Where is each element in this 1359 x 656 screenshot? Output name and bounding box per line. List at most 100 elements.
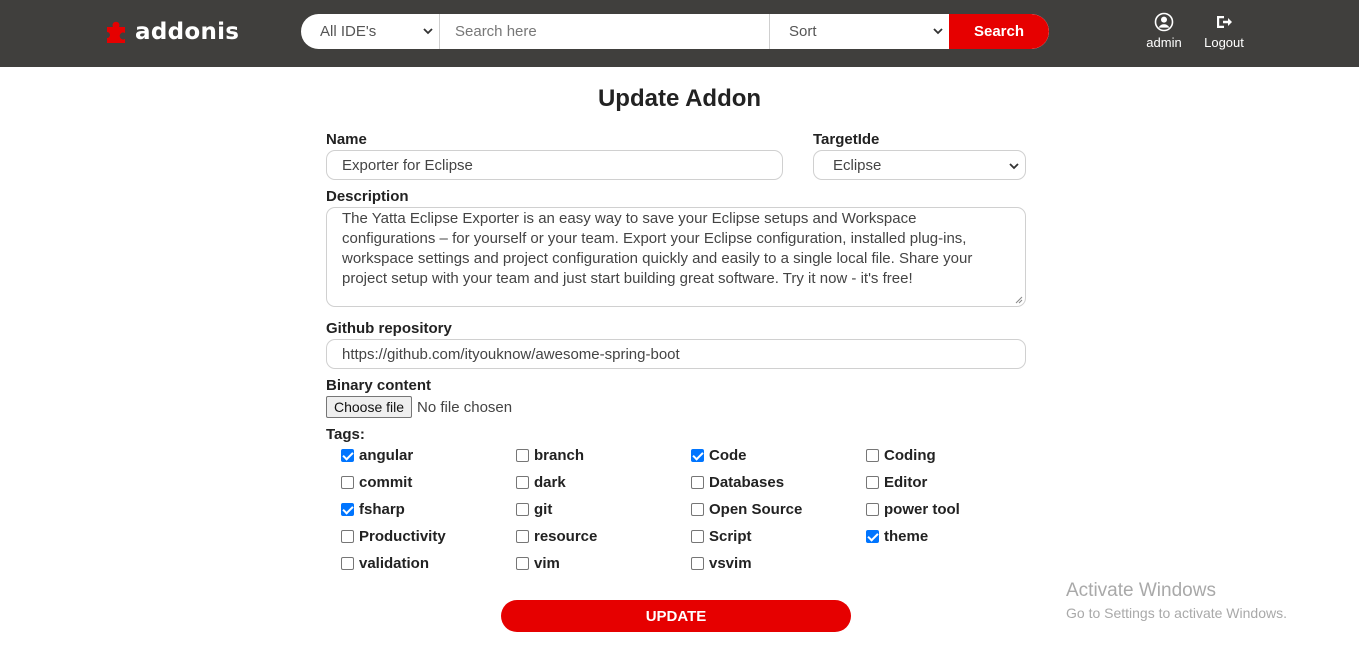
sort-select[interactable]: Sort	[770, 14, 949, 49]
tag-checkbox[interactable]	[341, 449, 354, 462]
activate-windows-watermark: Activate Windows Go to Settings to activ…	[1066, 580, 1287, 621]
tag-checkbox[interactable]	[516, 476, 529, 489]
search-input[interactable]	[440, 14, 770, 49]
tag-checkbox-item[interactable]: Coding	[866, 447, 936, 464]
ide-filter-select[interactable]: All IDE's	[301, 14, 440, 49]
tag-checkbox[interactable]	[516, 530, 529, 543]
tag-label: Open Source	[709, 501, 803, 518]
tag-checkbox[interactable]	[341, 503, 354, 516]
ide-filter-value: All IDE's	[320, 23, 377, 40]
logout-label: Logout	[1204, 35, 1244, 50]
user-label: admin	[1146, 35, 1182, 50]
file-input: Choose file No file chosen	[326, 396, 512, 418]
tag-label: vim	[534, 555, 560, 572]
tag-checkbox-item[interactable]: git	[516, 501, 552, 518]
logo[interactable]: addonis	[105, 17, 239, 47]
top-navbar: addonis All IDE's Sort Search admin Logo…	[0, 0, 1359, 67]
choose-file-button[interactable]: Choose file	[326, 396, 413, 418]
tag-checkbox[interactable]	[691, 530, 704, 543]
tag-label: Productivity	[359, 528, 446, 545]
target-ide-value: Eclipse	[833, 156, 882, 174]
search-bar: All IDE's Sort Search	[301, 14, 1049, 49]
logout-icon	[1217, 16, 1232, 28]
resize-handle-icon[interactable]	[1015, 296, 1023, 304]
logout-link[interactable]: Logout	[1200, 12, 1248, 50]
description-textarea[interactable]: The Yatta Eclipse Exporter is an easy wa…	[326, 207, 1026, 307]
tag-label: Coding	[884, 447, 936, 464]
sort-value: Sort	[789, 23, 817, 40]
tag-checkbox-item[interactable]: theme	[866, 528, 928, 545]
tag-label: angular	[359, 447, 414, 464]
tag-checkbox-item[interactable]: Script	[691, 528, 752, 545]
description-value: The Yatta Eclipse Exporter is an easy wa…	[342, 210, 973, 287]
logo-text: addonis	[135, 19, 240, 45]
tag-checkbox-item[interactable]: Productivity	[341, 528, 446, 545]
tag-checkbox[interactable]	[516, 557, 529, 570]
tag-label: Code	[709, 447, 747, 464]
tag-label: git	[534, 501, 553, 518]
tag-checkbox-item[interactable]: fsharp	[341, 501, 405, 518]
tag-checkbox[interactable]	[866, 530, 879, 543]
tag-checkbox-item[interactable]: dark	[516, 474, 566, 491]
tag-label: theme	[884, 528, 929, 545]
tag-checkbox[interactable]	[691, 476, 704, 489]
tag-checkbox-item[interactable]: Open Source	[691, 501, 802, 518]
tags-label: Tags:	[326, 426, 365, 443]
tag-label: validation	[359, 555, 430, 572]
tag-checkbox-item[interactable]: branch	[516, 447, 584, 464]
tag-checkbox-item[interactable]: vsvim	[691, 555, 752, 572]
tag-checkbox-item[interactable]: vim	[516, 555, 560, 572]
github-input[interactable]: https://github.com/ityouknow/awesome-spr…	[326, 339, 1026, 369]
github-label: Github repository	[326, 320, 452, 337]
chevron-down-icon	[423, 28, 433, 35]
watermark-subtitle: Go to Settings to activate Windows.	[1066, 605, 1287, 621]
tag-label: dark	[534, 474, 566, 491]
tag-label: Script	[709, 528, 752, 545]
search-button[interactable]: Search	[949, 14, 1049, 49]
page-title: Update Addon	[597, 85, 762, 112]
tag-checkbox-item[interactable]: Code	[691, 447, 747, 464]
description-label: Description	[326, 188, 409, 205]
user-circle-icon	[1154, 12, 1174, 32]
name-input[interactable]: Exporter for Eclipse	[326, 150, 783, 180]
tag-checkbox-item[interactable]: validation	[341, 555, 429, 572]
tag-checkbox[interactable]	[866, 476, 879, 489]
tag-checkbox[interactable]	[341, 530, 354, 543]
tag-checkbox[interactable]	[516, 503, 529, 516]
tag-checkbox-item[interactable]: Databases	[691, 474, 784, 491]
tag-checkbox[interactable]	[341, 476, 354, 489]
tag-checkbox-item[interactable]: resource	[516, 528, 597, 545]
tag-checkbox[interactable]	[691, 449, 704, 462]
tag-label: Editor	[884, 474, 928, 491]
tag-label: branch	[534, 447, 585, 464]
watermark-title: Activate Windows	[1066, 580, 1216, 601]
tag-label: power tool	[884, 501, 960, 518]
tag-checkbox[interactable]	[341, 557, 354, 570]
puzzle-piece-icon	[105, 20, 131, 44]
name-value: Exporter for Eclipse	[342, 156, 473, 174]
file-status: No file chosen	[417, 398, 513, 416]
target-ide-label: TargetIde	[813, 131, 880, 148]
update-button[interactable]: UPDATE	[501, 600, 851, 632]
tag-checkbox-item[interactable]: commit	[341, 474, 412, 491]
tag-label: resource	[534, 528, 598, 545]
tag-checkbox-item[interactable]: power tool	[866, 501, 960, 518]
tag-checkbox-item[interactable]: angular	[341, 447, 413, 464]
tag-checkbox[interactable]	[866, 503, 879, 516]
tag-checkbox[interactable]	[691, 557, 704, 570]
name-label: Name	[326, 131, 367, 148]
binary-label: Binary content	[326, 377, 432, 394]
tag-checkbox[interactable]	[866, 449, 879, 462]
tag-checkbox[interactable]	[516, 449, 529, 462]
tag-checkbox[interactable]	[691, 503, 704, 516]
user-profile-link[interactable]: admin	[1142, 12, 1186, 50]
github-value: https://github.com/ityouknow/awesome-spr…	[342, 345, 680, 363]
chevron-down-icon	[933, 28, 943, 35]
tag-label: vsvim	[709, 555, 752, 572]
tag-checkbox-item[interactable]: Editor	[866, 474, 927, 491]
tag-label: fsharp	[359, 501, 405, 518]
chevron-down-icon	[1009, 163, 1019, 170]
tag-label: commit	[359, 474, 413, 491]
target-ide-select[interactable]: Eclipse	[813, 150, 1026, 180]
tag-label: Databases	[709, 474, 785, 491]
